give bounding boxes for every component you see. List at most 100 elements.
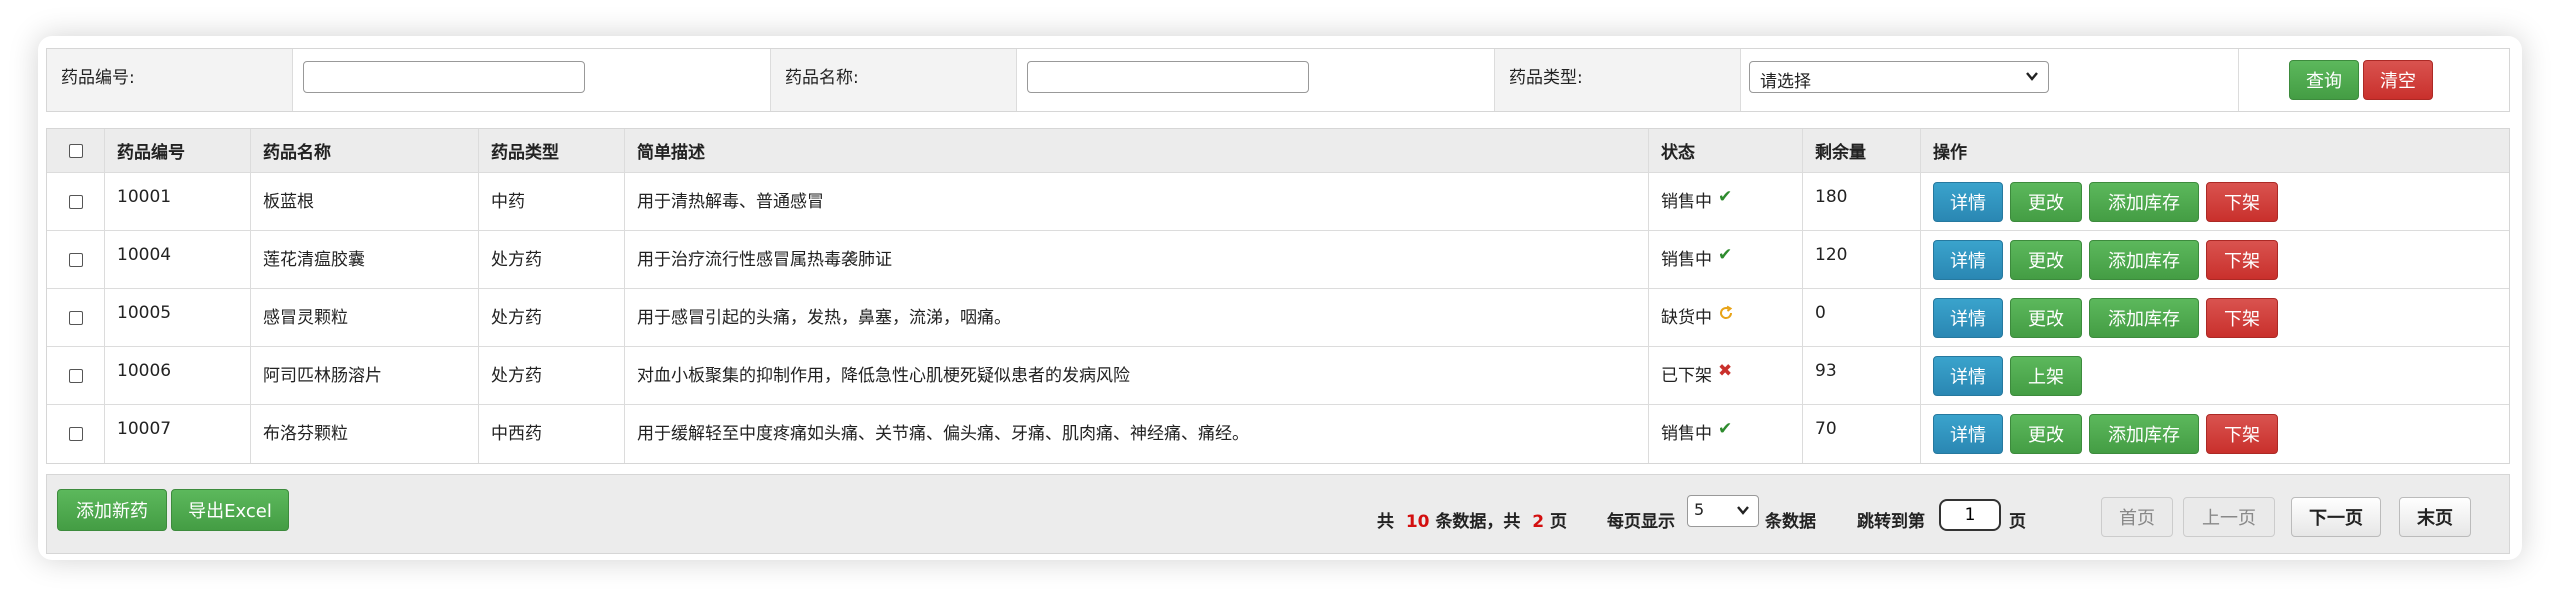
drug-table: 药品编号 药品名称 药品类型 简单描述 状态 剩余量 操作 10001 板蓝根 …	[46, 128, 2510, 464]
row-status: 销售中 ✔	[1649, 231, 1803, 288]
type-select[interactable]: 请选择	[1749, 61, 2049, 93]
row-code: 10004	[105, 231, 251, 288]
per-page-label: 每页显示	[1607, 512, 1675, 532]
add-stock-button[interactable]: 添加库存	[2089, 181, 2199, 222]
row-stock: 0	[1803, 289, 1921, 346]
row-actions: 详情 更改 添加库存 下架	[1921, 405, 2509, 463]
row-code: 10006	[105, 347, 251, 404]
jump-suffix: 页	[2009, 512, 2026, 532]
name-input[interactable]	[1027, 61, 1309, 93]
add-stock-button[interactable]: 添加库存	[2089, 414, 2199, 454]
row-status: 缺货中	[1649, 289, 1803, 346]
delist-button[interactable]: 下架	[2206, 414, 2278, 454]
row-desc: 用于治疗流行性感冒属热毒袭肺证	[625, 231, 1649, 288]
row-select-cell	[47, 231, 105, 288]
header-status: 状态	[1649, 129, 1803, 172]
code-label-cell: 药品编号:	[47, 49, 293, 111]
row-status-text: 销售中	[1661, 424, 1712, 444]
row-status: 已下架 ✖	[1649, 347, 1803, 404]
per-page-select[interactable]: 5	[1687, 495, 1759, 527]
detail-button[interactable]: 详情	[1933, 355, 2003, 396]
row-stock: 180	[1803, 173, 1921, 230]
detail-button[interactable]: 详情	[1933, 239, 2003, 280]
edit-button[interactable]: 更改	[2010, 181, 2082, 222]
row-code: 10001	[105, 173, 251, 230]
check-icon: ✔	[1718, 419, 1733, 439]
row-status-text: 已下架	[1661, 366, 1712, 386]
chevron-down-icon	[2026, 72, 2038, 81]
row-checkbox[interactable]	[68, 194, 83, 209]
delist-button[interactable]: 下架	[2206, 239, 2278, 280]
header-type: 药品类型	[479, 129, 625, 172]
row-name: 莲花清瘟胶囊	[251, 231, 479, 288]
detail-button[interactable]: 详情	[1933, 181, 2003, 222]
next-page-button[interactable]: 下一页	[2291, 497, 2381, 537]
check-icon: ✔	[1718, 187, 1733, 207]
export-excel-button[interactable]: 导出Excel	[171, 489, 289, 531]
total-pages: 2	[1532, 512, 1545, 532]
clear-button[interactable]: 清空	[2363, 60, 2433, 100]
row-code: 10005	[105, 289, 251, 346]
row-actions: 详情 上架	[1921, 347, 2509, 404]
edit-button[interactable]: 更改	[2010, 414, 2082, 454]
per-page-suffix: 条数据	[1765, 512, 1816, 532]
row-stock: 70	[1803, 405, 1921, 463]
add-drug-button[interactable]: 添加新药	[57, 489, 167, 531]
row-checkbox[interactable]	[68, 427, 83, 441]
row-name: 布洛芬颗粒	[251, 405, 479, 463]
first-page-button[interactable]: 首页	[2101, 497, 2173, 537]
search-bar: 药品编号: 药品名称: 药品类型: 请选择 查询 清空	[46, 48, 2510, 112]
row-status: 销售中 ✔	[1649, 405, 1803, 463]
code-input[interactable]	[303, 61, 585, 93]
table-row: 10006 阿司匹林肠溶片 处方药 对血小板聚集的抑制作用，降低急性心肌梗死疑似…	[47, 347, 2509, 405]
add-stock-button[interactable]: 添加库存	[2089, 297, 2199, 338]
edit-button[interactable]: 更改	[2010, 239, 2082, 280]
header-stock: 剩余量	[1803, 129, 1921, 172]
row-checkbox[interactable]	[68, 368, 83, 383]
list-button[interactable]: 上架	[2010, 355, 2082, 396]
header-actions: 操作	[1933, 143, 1967, 163]
name-label-cell: 药品名称:	[771, 49, 1017, 111]
row-type: 处方药	[479, 231, 625, 288]
check-icon: ✔	[1718, 245, 1733, 265]
row-select-cell	[47, 289, 105, 346]
row-status-text: 销售中	[1661, 192, 1712, 212]
select-all-checkbox[interactable]	[68, 143, 83, 158]
row-select-cell	[47, 173, 105, 230]
per-page-value: 5	[1694, 500, 1705, 519]
row-status: 销售中 ✔	[1649, 173, 1803, 230]
delist-button[interactable]: 下架	[2206, 297, 2278, 338]
total-summary: 共 10 条数据，共 2 页	[1377, 507, 1567, 532]
detail-button[interactable]: 详情	[1933, 414, 2003, 454]
header-name: 药品名称	[251, 129, 479, 172]
table-row: 10004 莲花清瘟胶囊 处方药 用于治疗流行性感冒属热毒袭肺证 销售中 ✔ 1…	[47, 231, 2509, 289]
type-label: 药品类型:	[1509, 68, 1583, 88]
table-header: 药品编号 药品名称 药品类型 简单描述 状态 剩余量 操作	[47, 129, 2509, 173]
add-stock-button[interactable]: 添加库存	[2089, 239, 2199, 280]
row-status-text: 销售中	[1661, 250, 1712, 270]
jump-label: 跳转到第	[1857, 512, 1925, 532]
row-name: 阿司匹林肠溶片	[251, 347, 479, 404]
total-mid: 条数据，共	[1435, 512, 1521, 532]
table-row: 10007 布洛芬颗粒 中西药 用于缓解轻至中度疼痛如头痛、关节痛、偏头痛、牙痛…	[47, 405, 2509, 463]
code-label: 药品编号:	[61, 68, 135, 88]
header-desc: 简单描述	[625, 129, 1649, 172]
type-select-cell: 请选择	[1741, 49, 2239, 111]
row-type: 处方药	[479, 289, 625, 346]
table-footer: 添加新药 导出Excel 共 10 条数据，共 2 页 每页显示 5 条数据 跳…	[46, 474, 2510, 554]
row-desc: 用于清热解毒、普通感冒	[625, 173, 1649, 230]
total-prefix: 共	[1377, 512, 1394, 532]
edit-button[interactable]: 更改	[2010, 297, 2082, 338]
delist-button[interactable]: 下架	[2206, 181, 2278, 222]
jump-page-input[interactable]	[1939, 499, 2001, 531]
row-actions: 详情 更改 添加库存 下架	[1921, 289, 2509, 346]
row-checkbox[interactable]	[68, 310, 83, 325]
row-desc: 用于感冒引起的头痛，发热，鼻塞，流涕，咽痛。	[625, 289, 1649, 346]
query-button[interactable]: 查询	[2289, 60, 2359, 100]
row-select-cell	[47, 347, 105, 404]
code-input-cell	[293, 49, 771, 111]
last-page-button[interactable]: 末页	[2399, 497, 2471, 537]
prev-page-button[interactable]: 上一页	[2183, 497, 2275, 537]
detail-button[interactable]: 详情	[1933, 297, 2003, 338]
row-checkbox[interactable]	[68, 252, 83, 267]
